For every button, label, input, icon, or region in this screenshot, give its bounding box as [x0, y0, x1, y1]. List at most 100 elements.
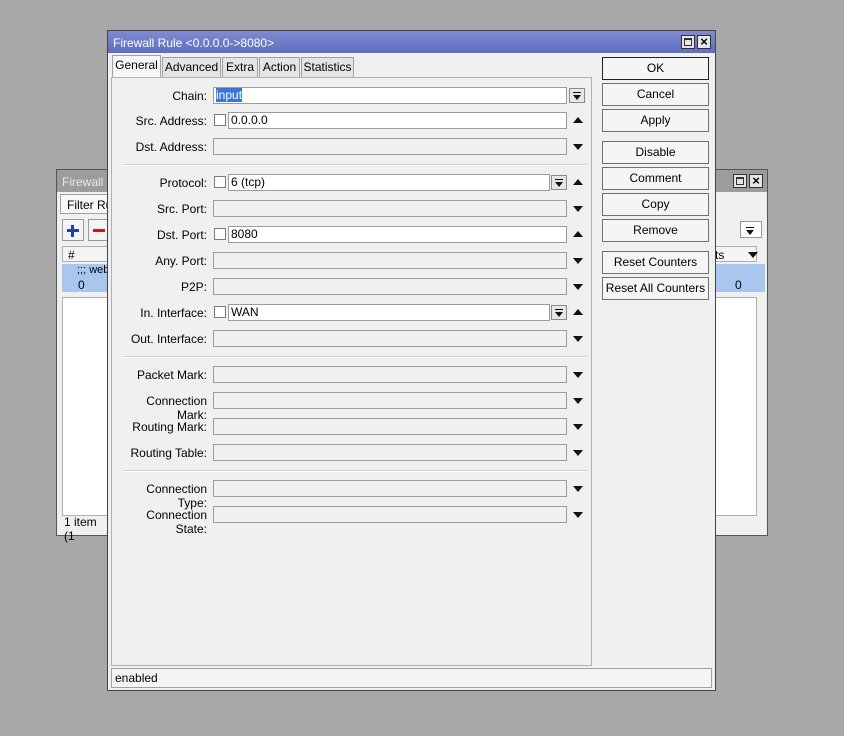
remove-button[interactable]: Remove: [602, 219, 709, 242]
dst-address-field[interactable]: [213, 138, 567, 155]
dst-port-value: 8080: [231, 227, 258, 241]
general-panel: Chain: input Src. Address: 0.0.0.0 Dst. …: [111, 77, 592, 666]
expand-routing-mark-icon[interactable]: [573, 424, 583, 430]
cancel-button[interactable]: Cancel: [602, 83, 709, 106]
any-port-label: Any. Port:: [155, 254, 207, 268]
chain-value: input: [216, 88, 243, 102]
connection-mark-field[interactable]: [213, 392, 567, 409]
in-interface-value: WAN: [231, 305, 259, 319]
ok-button[interactable]: OK: [602, 57, 709, 80]
packet-mark-label: Packet Mark:: [136, 368, 207, 382]
status-text: enabled: [115, 671, 158, 685]
p2p-field[interactable]: [213, 278, 567, 295]
routing-mark-label: Routing Mark:: [132, 420, 207, 434]
tab-advanced[interactable]: Advanced: [162, 57, 221, 78]
dialog-titlebar[interactable]: Firewall Rule <0.0.0.0->8080> ×: [108, 31, 715, 53]
tab-extra[interactable]: Extra: [222, 57, 258, 78]
add-button[interactable]: [62, 219, 84, 241]
reset-all-counters-button[interactable]: Reset All Counters: [602, 277, 709, 300]
column-chooser[interactable]: [748, 248, 760, 262]
expand-src-port-icon[interactable]: [573, 206, 583, 212]
expand-out-interface-icon[interactable]: [573, 336, 583, 342]
separator: [123, 356, 587, 358]
expand-connection-mark-icon[interactable]: [573, 398, 583, 404]
tab-general[interactable]: General: [112, 55, 161, 78]
minus-icon: [93, 229, 105, 232]
src-address-field[interactable]: 0.0.0.0: [228, 112, 567, 129]
close-icon[interactable]: ×: [749, 174, 763, 188]
tab-extra-label: Extra: [225, 60, 254, 74]
chain-field[interactable]: input: [213, 87, 567, 104]
connection-type-label: Connection Type:: [146, 482, 207, 510]
firewall-window-title: Firewall: [62, 175, 104, 189]
protocol-negate-checkbox[interactable]: [214, 176, 226, 188]
packet-mark-field[interactable]: [213, 366, 567, 383]
connection-state-label: Connection State:: [146, 508, 207, 536]
routing-table-label: Routing Table:: [130, 446, 208, 460]
src-port-field[interactable]: [213, 200, 567, 217]
collapse-src-address-icon[interactable]: [573, 117, 583, 123]
chain-label: Chain:: [172, 89, 207, 103]
expand-any-port-icon[interactable]: [573, 258, 583, 264]
chain-dropdown-icon[interactable]: [569, 88, 585, 103]
firewall-rule-dialog: Firewall Rule <0.0.0.0->8080> × General …: [107, 30, 716, 691]
routing-table-field[interactable]: [213, 444, 567, 461]
reset-counters-button[interactable]: Reset Counters: [602, 251, 709, 274]
comment-button[interactable]: Comment: [602, 167, 709, 190]
status-bar: enabled: [111, 668, 712, 688]
in-interface-dropdown-icon[interactable]: [551, 305, 567, 320]
row-bytes: 0: [735, 278, 742, 292]
disable-button[interactable]: Disable: [602, 141, 709, 164]
in-interface-field[interactable]: WAN: [228, 304, 550, 321]
expand-dst-address-icon[interactable]: [573, 144, 583, 150]
maximize-icon[interactable]: [681, 35, 695, 49]
apply-button[interactable]: Apply: [602, 109, 709, 132]
expand-connection-state-icon[interactable]: [573, 512, 583, 518]
column-header-bytes[interactable]: ts: [715, 248, 724, 262]
protocol-field[interactable]: 6 (tcp): [228, 174, 550, 191]
column-header-num[interactable]: #: [68, 248, 75, 262]
protocol-dropdown-icon[interactable]: [551, 175, 567, 190]
dst-port-field[interactable]: 8080: [228, 226, 567, 243]
separator: [123, 470, 587, 472]
p2p-label: P2P:: [180, 280, 207, 294]
dst-port-label: Dst. Port:: [156, 228, 207, 242]
connection-state-field[interactable]: [213, 506, 567, 523]
row-comment-text: ;;; web: [77, 264, 110, 276]
in-interface-label: In. Interface:: [140, 306, 207, 320]
chevron-down-icon: [748, 252, 758, 258]
any-port-field[interactable]: [213, 252, 567, 269]
tab-action[interactable]: Action: [259, 57, 300, 78]
row-number: 0: [78, 278, 85, 292]
protocol-value: 6 (tcp): [231, 175, 266, 189]
tab-advanced-label: Advanced: [164, 60, 219, 74]
expand-packet-mark-icon[interactable]: [573, 372, 583, 378]
separator: [123, 164, 587, 166]
column-dropdown[interactable]: [740, 221, 762, 238]
status-text: 1 item (1: [64, 515, 97, 543]
collapse-protocol-icon[interactable]: [573, 179, 583, 185]
collapse-dst-port-icon[interactable]: [573, 231, 583, 237]
src-address-label: Src. Address:: [135, 114, 207, 128]
src-address-value: 0.0.0.0: [231, 113, 268, 127]
routing-mark-field[interactable]: [213, 418, 567, 435]
connection-mark-label: Connection Mark:: [146, 394, 207, 422]
expand-connection-type-icon[interactable]: [573, 486, 583, 492]
expand-routing-table-icon[interactable]: [573, 450, 583, 456]
src-port-label: Src. Port:: [156, 202, 207, 216]
dropdown-icon: [746, 230, 754, 235]
out-interface-field[interactable]: [213, 330, 567, 347]
collapse-in-interface-icon[interactable]: [573, 309, 583, 315]
dst-port-negate-checkbox[interactable]: [214, 228, 226, 240]
tab-statistics[interactable]: Statistics: [301, 57, 354, 78]
maximize-icon[interactable]: [733, 174, 747, 188]
dialog-title: Firewall Rule <0.0.0.0->8080>: [113, 36, 275, 50]
close-icon[interactable]: ×: [697, 35, 711, 49]
in-interface-negate-checkbox[interactable]: [214, 306, 226, 318]
src-address-negate-checkbox[interactable]: [214, 114, 226, 126]
copy-button[interactable]: Copy: [602, 193, 709, 216]
connection-type-field[interactable]: [213, 480, 567, 497]
dst-address-label: Dst. Address:: [135, 140, 207, 154]
expand-p2p-icon[interactable]: [573, 284, 583, 290]
out-interface-label: Out. Interface:: [130, 332, 207, 346]
